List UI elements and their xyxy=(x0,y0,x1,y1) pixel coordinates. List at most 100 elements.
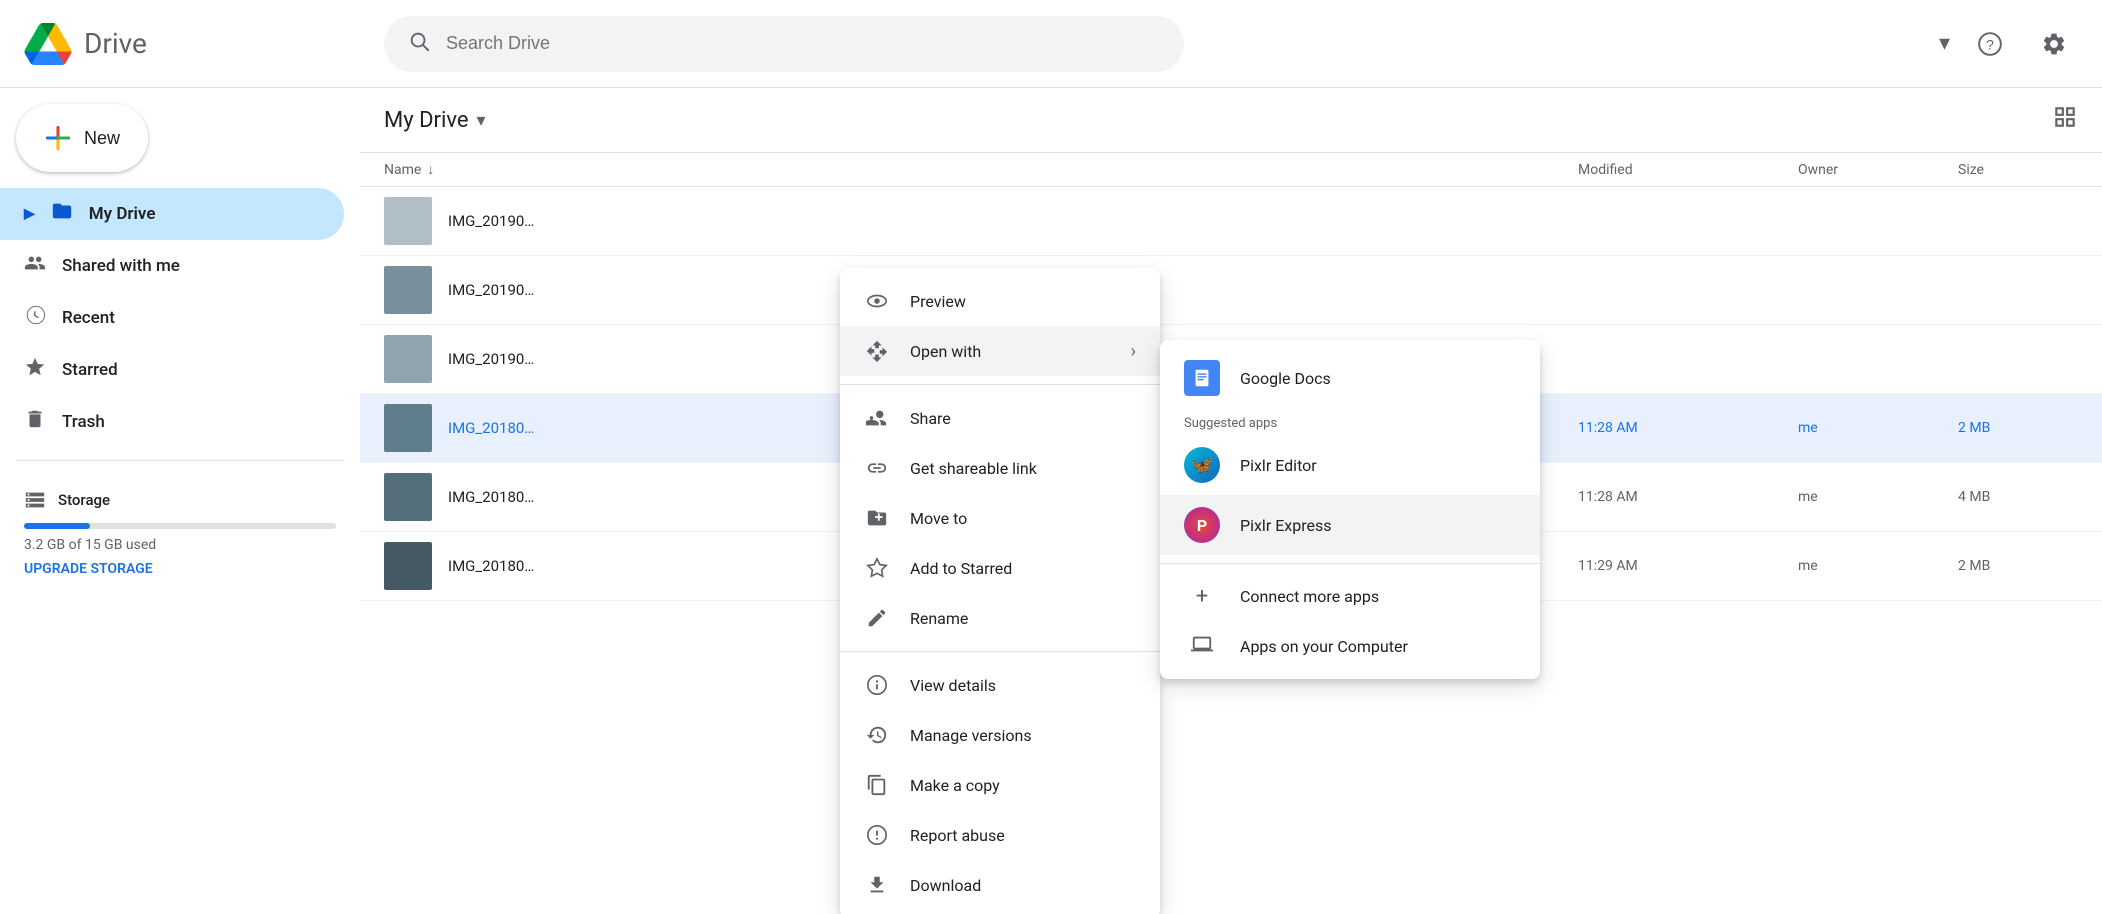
drive-logo-icon xyxy=(24,23,72,65)
breadcrumb-text: My Drive xyxy=(384,108,469,133)
move-to-icon xyxy=(864,505,890,531)
new-button-label: New xyxy=(84,128,120,149)
context-menu-item-download[interactable]: Download xyxy=(840,860,1160,910)
breadcrumb: My Drive ▾ xyxy=(384,108,486,133)
sidebar-trash-label: Trash xyxy=(62,412,105,432)
search-icon xyxy=(408,30,430,58)
file-owner: me xyxy=(1798,489,1958,505)
context-menu-item-report-abuse[interactable]: Report abuse xyxy=(840,810,1160,860)
report-abuse-label: Report abuse xyxy=(910,826,1005,845)
submenu-connect-more-apps[interactable]: + Connect more apps xyxy=(1160,572,1540,621)
logo-area: Drive xyxy=(24,23,384,65)
col-header-name[interactable]: Name ↓ xyxy=(384,161,1578,178)
submenu-item-google-docs[interactable]: Google Docs xyxy=(1160,348,1540,408)
google-docs-icon xyxy=(1184,360,1220,396)
context-menu-item-move-to[interactable]: Move to xyxy=(840,493,1160,543)
file-modified: 11:28 AM xyxy=(1578,489,1798,505)
report-abuse-icon xyxy=(864,822,890,848)
file-list-header: Name ↓ Modified Owner Size xyxy=(360,153,2102,187)
file-size: 2 MB xyxy=(1958,420,2078,436)
add-starred-label: Add to Starred xyxy=(910,559,1012,578)
starred-icon xyxy=(24,356,46,384)
preview-icon xyxy=(864,288,890,314)
sidebar-item-trash[interactable]: Trash xyxy=(0,396,344,448)
recent-icon xyxy=(24,304,46,332)
manage-versions-label: Manage versions xyxy=(910,726,1032,745)
upgrade-storage-link[interactable]: UPGRADE STORAGE xyxy=(24,561,336,577)
open-with-arrow-icon: › xyxy=(1131,341,1136,362)
main-layout: New ▶ My Drive Shared with me Recent xyxy=(0,88,2102,914)
content-header: My Drive ▾ xyxy=(360,88,2102,153)
submenu-item-pixlr-editor[interactable]: 🦋 Pixlr Editor xyxy=(1160,435,1540,495)
sidebar-starred-label: Starred xyxy=(62,360,118,380)
make-copy-icon xyxy=(864,772,890,798)
search-bar[interactable] xyxy=(384,16,1184,72)
file-thumbnail xyxy=(384,266,432,314)
col-header-size: Size xyxy=(1958,162,2078,178)
menu-divider-1 xyxy=(840,384,1160,385)
sidebar: New ▶ My Drive Shared with me Recent xyxy=(0,88,360,914)
file-size: 4 MB xyxy=(1958,489,2078,505)
pixlr-express-icon: P xyxy=(1184,507,1220,543)
file-thumbnail xyxy=(384,404,432,452)
storage-label-area: Storage xyxy=(24,489,336,511)
storage-used-text: 3.2 GB of 15 GB used xyxy=(24,537,336,553)
move-to-label: Move to xyxy=(910,509,967,528)
open-with-label: Open with xyxy=(910,342,981,361)
table-row[interactable]: IMG_20190… xyxy=(360,256,2102,325)
context-menu-item-view-details[interactable]: View details xyxy=(840,660,1160,710)
sidebar-my-drive-label: My Drive xyxy=(89,204,156,224)
sidebar-item-starred[interactable]: Starred xyxy=(0,344,344,396)
context-menu-item-share[interactable]: Share xyxy=(840,393,1160,443)
storage-section: Storage 3.2 GB of 15 GB used UPGRADE STO… xyxy=(0,473,360,593)
breadcrumb-dropdown-icon[interactable]: ▾ xyxy=(477,110,486,131)
context-menu-item-rename[interactable]: Rename xyxy=(840,593,1160,643)
context-menu: Preview Open with › Share xyxy=(840,268,1160,914)
sidebar-item-shared[interactable]: Shared with me xyxy=(0,240,344,292)
sidebar-item-my-drive[interactable]: ▶ My Drive xyxy=(0,188,344,240)
view-details-icon xyxy=(864,672,890,698)
google-docs-label: Google Docs xyxy=(1240,369,1331,388)
context-menu-item-make-copy[interactable]: Make a copy xyxy=(840,760,1160,810)
connect-apps-plus-icon: + xyxy=(1184,584,1220,609)
search-options-arrow[interactable]: ▾ xyxy=(1939,31,1950,56)
connect-more-apps-label: Connect more apps xyxy=(1240,587,1379,606)
sidebar-divider xyxy=(16,460,344,461)
storage-bar-bg xyxy=(24,523,336,529)
table-row[interactable]: IMG_20190… xyxy=(360,187,2102,256)
context-menu-item-open-with[interactable]: Open with › xyxy=(840,326,1160,376)
file-name: IMG_20190… xyxy=(448,212,1578,230)
context-menu-item-shareable-link[interactable]: Get shareable link xyxy=(840,443,1160,493)
sidebar-shared-label: Shared with me xyxy=(62,256,180,276)
context-menu-item-manage-versions[interactable]: Manage versions xyxy=(840,710,1160,760)
my-drive-folder-icon xyxy=(51,200,73,228)
help-button[interactable]: ? xyxy=(1966,20,2014,68)
menu-divider-2 xyxy=(840,651,1160,652)
submenu-apps-on-computer[interactable]: Apps on your Computer xyxy=(1160,621,1540,671)
file-thumbnail xyxy=(384,335,432,383)
new-button[interactable]: New xyxy=(16,104,148,172)
my-drive-expand-icon: ▶ xyxy=(24,206,35,222)
col-header-owner: Owner xyxy=(1798,162,1958,178)
search-input[interactable] xyxy=(446,33,1160,54)
submenu-item-pixlr-express[interactable]: P Pixlr Express xyxy=(1160,495,1540,555)
share-icon xyxy=(864,405,890,431)
settings-button[interactable] xyxy=(2030,20,2078,68)
col-name-label: Name xyxy=(384,162,421,178)
app-title: Drive xyxy=(84,27,147,60)
file-size: 2 MB xyxy=(1958,558,2078,574)
trash-icon xyxy=(24,408,46,436)
view-details-label: View details xyxy=(910,676,996,695)
context-menu-item-add-starred[interactable]: Add to Starred xyxy=(840,543,1160,593)
make-copy-label: Make a copy xyxy=(910,776,1000,795)
pixlr-editor-icon: 🦋 xyxy=(1184,447,1220,483)
sidebar-item-recent[interactable]: Recent xyxy=(0,292,344,344)
file-modified: 11:29 AM xyxy=(1578,558,1798,574)
file-thumbnail xyxy=(384,473,432,521)
preview-label: Preview xyxy=(910,292,966,311)
sidebar-recent-label: Recent xyxy=(62,308,115,328)
suggested-apps-label: Suggested apps xyxy=(1160,408,1540,435)
file-thumbnail xyxy=(384,197,432,245)
context-menu-item-preview[interactable]: Preview xyxy=(840,276,1160,326)
view-toggle-button[interactable] xyxy=(2052,104,2078,136)
